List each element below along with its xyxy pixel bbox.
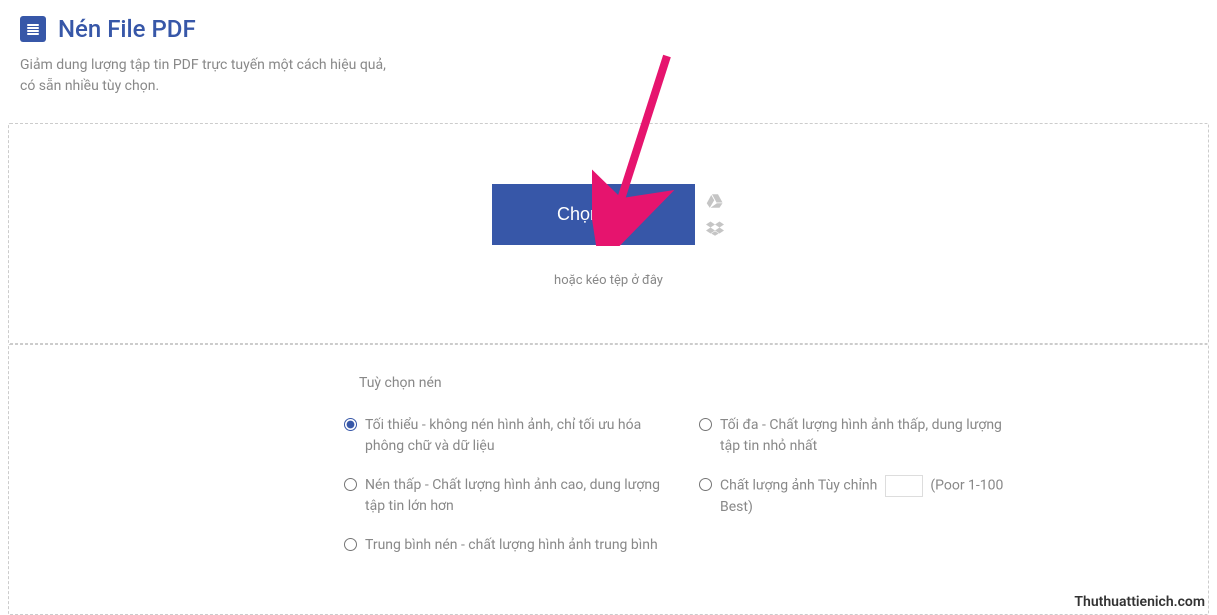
cloud-icons <box>705 192 725 238</box>
options-area: Tuỳ chọn nén Tối thiểu - không nén hình … <box>8 344 1209 615</box>
watermark-text: Thuthuattienich.com <box>1074 594 1205 610</box>
options-container: Tuỳ chọn nén Tối thiểu - không nén hình … <box>344 375 1024 574</box>
upload-row: Chọn tệp <box>492 184 725 245</box>
radio-option-custom[interactable]: Chất lượng ảnh Tùy chỉnh (Poor 1-100 Bes… <box>699 475 1024 518</box>
radio-input-custom[interactable] <box>699 478 712 491</box>
page-subtitle: Giảm dung lượng tập tin PDF trực tuyến m… <box>20 55 1197 97</box>
radio-option-max[interactable]: Tối đa - Chất lượng hình ảnh thấp, dung … <box>699 415 1024 457</box>
dropbox-icon[interactable] <box>705 220 725 238</box>
radio-input-low[interactable] <box>344 478 357 491</box>
upload-area[interactable]: Chọn tệp hoặc kéo tệp ở đây <box>8 123 1209 344</box>
custom-quality-input[interactable] <box>885 475 923 497</box>
options-col-right: Tối đa - Chất lượng hình ảnh thấp, dung … <box>699 415 1024 574</box>
page-header: Nén File PDF Giảm dung lượng tập tin PDF… <box>0 0 1217 115</box>
drop-hint-text: hoặc kéo tệp ở đây <box>554 273 663 288</box>
page-title: Nén File PDF <box>58 15 196 43</box>
radio-input-medium[interactable] <box>344 538 357 551</box>
radio-option-medium[interactable]: Trung bình nén - chất lượng hình ảnh tru… <box>344 535 669 556</box>
options-col-left: Tối thiểu - không nén hình ảnh, chỉ tối … <box>344 415 669 574</box>
choose-file-button[interactable]: Chọn tệp <box>492 184 695 245</box>
radio-input-minimal[interactable] <box>344 418 357 431</box>
google-drive-icon[interactable] <box>705 192 725 210</box>
radio-input-max[interactable] <box>699 418 712 431</box>
upload-center: Chọn tệp hoặc kéo tệp ở đây <box>492 184 725 288</box>
title-row: Nén File PDF <box>20 15 1197 43</box>
options-title: Tuỳ chọn nén <box>359 375 1024 391</box>
radio-option-minimal[interactable]: Tối thiểu - không nén hình ảnh, chỉ tối … <box>344 415 669 457</box>
radio-option-low[interactable]: Nén thấp - Chất lượng hình ảnh cao, dung… <box>344 475 669 517</box>
options-grid: Tối thiểu - không nén hình ảnh, chỉ tối … <box>344 415 1024 574</box>
zip-icon <box>20 16 46 42</box>
